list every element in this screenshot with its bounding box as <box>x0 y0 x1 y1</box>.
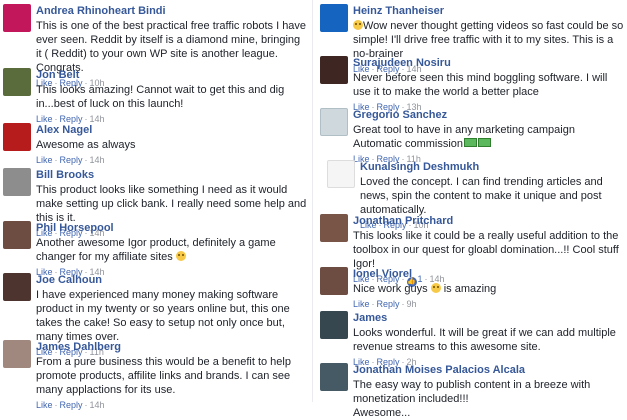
comment-author[interactable]: Andrea Rhinoheart Bindi <box>36 4 308 18</box>
grin-emoji-icon <box>353 20 363 30</box>
like-link[interactable]: Like <box>353 299 370 309</box>
comment-author[interactable]: Ionel Viorel <box>353 267 625 281</box>
comment: Bill Brooks This product looks like some… <box>3 168 308 238</box>
comment-text: The easy way to publish content in a bre… <box>353 379 591 419</box>
comment-author[interactable]: Joe Calhoun <box>36 273 308 287</box>
comment-text: I have experienced many money making sof… <box>36 289 290 343</box>
avatar[interactable] <box>3 221 31 249</box>
comment-actions: Like · Reply · 14h <box>36 155 105 165</box>
comment-author[interactable]: Jonathan Moises Palacios Alcala <box>353 363 625 377</box>
comment-text: This is one of the best practical free t… <box>36 20 307 74</box>
comment-text: From a pure business this would be a ben… <box>36 356 291 396</box>
comment: Kunalsingh Deshmukh Loved the concept. I… <box>327 160 625 230</box>
smile-emoji-icon <box>430 283 441 293</box>
comment-text: Awesome as always <box>36 139 136 151</box>
avatar[interactable] <box>320 267 348 295</box>
money-emoji-icon <box>478 138 492 147</box>
comment-author[interactable]: James Dahlberg <box>36 340 308 354</box>
comment-actions: Like · Reply · 9h <box>353 299 417 309</box>
reply-link[interactable]: Reply <box>377 299 400 309</box>
comment-text: Wow never thought getting videos so fast… <box>353 19 625 61</box>
comment: James Dahlberg From a pure business this… <box>3 340 308 410</box>
avatar[interactable] <box>320 214 348 242</box>
comment-text: This looks like it could be a really use… <box>353 230 619 270</box>
comment: Phil Horsepool Another awesome Igor prod… <box>3 221 308 277</box>
comment: Andrea Rhinoheart Bindi This is one of t… <box>3 4 308 88</box>
comment-time[interactable]: 14h <box>90 155 105 165</box>
like-link[interactable]: Like <box>36 155 53 165</box>
column-divider <box>312 0 313 402</box>
comment-actions: Like · Reply · 14h <box>36 400 105 410</box>
comment: Heinz Thanheiser Wow never thought getti… <box>320 4 625 74</box>
comment-author[interactable]: Gregorio Sanchez <box>353 108 625 122</box>
avatar[interactable] <box>3 273 31 301</box>
comment: Jonathan Pritchard This looks like it co… <box>320 214 625 287</box>
avatar[interactable] <box>320 311 348 339</box>
comment: Ionel Viorel Nice work guys is amazing L… <box>320 267 625 309</box>
comment-author[interactable]: Heinz Thanheiser <box>353 4 625 18</box>
comment-text-content: Wow never thought getting videos so fast… <box>353 20 624 60</box>
comment: Jonathan Moises Palacios Alcala The easy… <box>320 363 625 419</box>
comment-text-content: Another awesome Igor product, definitely… <box>36 237 276 263</box>
comment-text: Nice work guys is amazing <box>353 282 625 296</box>
comment-author[interactable]: James <box>353 311 625 325</box>
comment-time[interactable]: 9h <box>407 299 417 309</box>
comment: James Looks wonderful. It will be great … <box>320 311 625 367</box>
comment-text: Looks wonderful. It will be great if we … <box>353 327 616 353</box>
comment-text: This looks amazing! Cannot wait to get t… <box>36 84 285 110</box>
comment: Surajudeen Nosiru Never before seen this… <box>320 56 625 112</box>
comment-text: Another awesome Igor product, definitely… <box>36 236 308 264</box>
comment-text: Never before seen this mind boggling sof… <box>353 72 608 98</box>
money-emoji-icon <box>464 138 478 147</box>
avatar[interactable] <box>3 123 31 151</box>
avatar[interactable] <box>3 168 31 196</box>
comment: Jon Belt This looks amazing! Cannot wait… <box>3 68 308 124</box>
comment-author[interactable]: Alex Nagel <box>36 123 308 137</box>
avatar[interactable] <box>3 68 31 96</box>
comment-author[interactable]: Kunalsingh Deshmukh <box>360 160 625 174</box>
comment-author[interactable]: Jonathan Pritchard <box>353 214 625 228</box>
avatar[interactable] <box>3 4 31 32</box>
avatar[interactable] <box>320 363 348 391</box>
comment-author[interactable]: Phil Horsepool <box>36 221 308 235</box>
comment-text-content: Nice work guys <box>353 283 428 295</box>
comment-author[interactable]: Surajudeen Nosiru <box>353 56 625 70</box>
avatar[interactable] <box>320 4 348 32</box>
smile-emoji-icon <box>175 251 186 261</box>
comment-text-suffix: is amazing <box>443 283 497 295</box>
comment: Alex Nagel Awesome as always Like · Reply ·… <box>3 123 308 165</box>
comment-text: Great tool to have in any marketing camp… <box>353 123 625 151</box>
comment-author[interactable]: Jon Belt <box>36 68 308 82</box>
reply-link[interactable]: Reply <box>60 155 83 165</box>
comment: Joe Calhoun I have experienced many mone… <box>3 273 308 357</box>
avatar[interactable] <box>327 160 355 188</box>
comment-text: Loved the concept. I can find trending a… <box>360 176 603 216</box>
comment: Gregorio Sanchez Great tool to have in a… <box>320 108 625 164</box>
comment-author[interactable]: Bill Brooks <box>36 168 308 182</box>
avatar[interactable] <box>320 108 348 136</box>
comment-text: This product looks like something I need… <box>36 184 307 224</box>
avatar[interactable] <box>3 340 31 368</box>
avatar[interactable] <box>320 56 348 84</box>
